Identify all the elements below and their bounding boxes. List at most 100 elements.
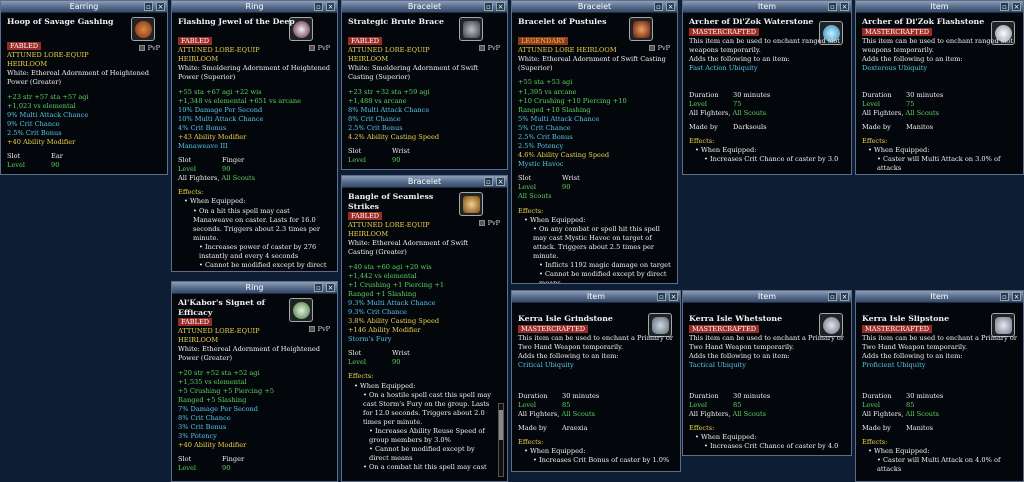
pin-icon[interactable]: ▫ — [484, 177, 493, 186]
item-flags: ATTUNED LORE HEIRLOOM — [518, 46, 617, 55]
close-icon[interactable]: × — [840, 2, 849, 11]
stat-line: 4% Crit Bonus — [178, 123, 227, 132]
adornment-text: White: Ethereal Adornment of Heightened … — [178, 345, 320, 363]
effects-header: Effects: — [348, 372, 374, 381]
close-icon[interactable]: × — [840, 292, 849, 301]
item-name: Al'Kabor's Signet of Efficacy — [178, 298, 266, 317]
level-label: Level — [689, 100, 708, 108]
adornment-text: White: Ethereal Adornment of Swift Casti… — [518, 55, 666, 73]
stat-line: 2.5% Crit Bonus — [7, 128, 62, 137]
window-title[interactable]: Item — [856, 1, 1023, 13]
item-description: This item can be used to enchant a Prima… — [862, 334, 1018, 352]
slot-label: Slot — [348, 349, 362, 358]
pin-icon[interactable]: ▫ — [144, 2, 153, 11]
effect-line: • On any combat or spell hit this spell … — [533, 224, 660, 260]
item-window-waterstone: Item ▫ × Archer of Di'Zok Waterstone MAS… — [682, 0, 852, 175]
pin-icon[interactable]: ▫ — [654, 2, 663, 11]
bonus-name: Fast Action Ubiquity — [689, 64, 758, 73]
close-icon[interactable]: × — [666, 2, 675, 11]
effect-line: • Cannot be modified except by direct me… — [199, 261, 327, 271]
pin-icon[interactable]: ▫ — [828, 292, 837, 301]
level-label: Level — [348, 358, 367, 367]
effect-line: • When Equipped: — [868, 146, 930, 155]
scrollbar[interactable] — [498, 403, 504, 477]
window-title[interactable]: Item — [683, 291, 851, 303]
pin-icon[interactable]: ▫ — [1000, 292, 1009, 301]
effects-header: Effects: — [862, 438, 888, 447]
made-by-label: Made by — [862, 424, 891, 433]
close-icon[interactable]: × — [496, 2, 505, 11]
level-value: 85 — [562, 401, 571, 409]
stat-line: 3% Potency — [178, 432, 217, 441]
stat-line: +55 sta +53 agi — [518, 78, 573, 87]
window-title[interactable]: Earring — [1, 1, 167, 13]
item-name: Archer of Di'Zok Waterstone — [689, 17, 814, 26]
level-value: 90 — [562, 183, 571, 192]
pin-icon[interactable]: ▫ — [484, 2, 493, 11]
window-title[interactable]: Bracelet — [342, 1, 507, 13]
item-name: Strategic Brute Brace — [348, 17, 444, 26]
made-by-value: Araexia — [562, 424, 588, 433]
effect-line: • When Equipped: — [524, 215, 586, 224]
close-icon[interactable]: × — [156, 2, 165, 11]
item-window-brute-brace: Bracelet ▫ × PvP Strategic Brute Brace F… — [341, 0, 508, 170]
stat-line: 5% Crit Chance — [518, 123, 571, 132]
close-icon[interactable]: × — [496, 177, 505, 186]
window-title[interactable]: Bracelet — [342, 176, 507, 188]
duration-value: 30 minutes — [733, 392, 771, 400]
close-icon[interactable]: × — [1012, 292, 1021, 301]
stat-line: +43 Ability Modifier — [178, 133, 247, 142]
level-label: Level — [689, 401, 708, 409]
level-label: Level — [518, 183, 537, 192]
item-name: Hoop of Savage Gashing — [7, 17, 114, 26]
pin-icon[interactable]: ▫ — [657, 292, 666, 301]
stat-line: 5% Multi Attack Chance — [518, 114, 600, 123]
close-icon[interactable]: × — [326, 2, 335, 11]
item-name: Kerra Isle Grindstone — [518, 314, 613, 323]
duration-label: Duration — [689, 392, 719, 400]
made-by-label: Made by — [689, 123, 718, 132]
window-title[interactable]: Item — [856, 291, 1023, 303]
item-flags-2: HEIRLOOM — [348, 230, 389, 239]
stat-line: 2.5% Potency — [518, 142, 564, 151]
stat-line: +146 Ability Modifier — [348, 326, 421, 335]
made-by-value: Darksouls — [733, 123, 767, 132]
stat-line: +23 str +32 sta +59 agi — [348, 87, 430, 96]
adornment-text: White: Ethereal Adornment of Swift Casti… — [348, 239, 469, 257]
stat-line: +40 Ability Modifier — [178, 441, 247, 450]
window-title[interactable]: Bracelet — [512, 1, 677, 13]
item-name: Archer of Di'Zok Flashstone — [862, 17, 985, 26]
window-title[interactable]: Item — [512, 291, 680, 303]
close-icon[interactable]: × — [1012, 2, 1021, 11]
window-title[interactable]: Item — [683, 1, 851, 13]
effect-line: • When Equipped: — [695, 146, 757, 155]
pin-icon[interactable]: ▫ — [828, 2, 837, 11]
class-list: All Fighters, All Scouts — [178, 174, 256, 183]
scrollbar-thumb[interactable] — [499, 410, 503, 440]
pin-icon[interactable]: ▫ — [314, 283, 323, 292]
adds-label: Adds the following to an item: — [862, 352, 963, 361]
proc-name: Mystic Havoc — [518, 160, 564, 169]
stat-line: +5 Crushing +5 Piercing +5 — [178, 386, 275, 395]
level-value: 90 — [222, 165, 231, 174]
close-icon[interactable]: × — [669, 292, 678, 301]
tier-badge: MASTERCRAFTED — [689, 325, 760, 334]
item-flags-2: HEIRLOOM — [348, 55, 389, 64]
class-list: All Scouts — [518, 192, 552, 201]
level-label: Level — [178, 165, 197, 174]
duration-value: 30 minutes — [562, 392, 600, 400]
close-icon[interactable]: × — [326, 283, 335, 292]
window-title[interactable]: Ring — [172, 282, 337, 294]
level-label: Level — [178, 464, 197, 473]
stat-line: +1,488 vs arcane — [348, 96, 407, 105]
stat-line: 8% Crit Chance — [348, 114, 401, 123]
pin-icon[interactable]: ▫ — [314, 2, 323, 11]
stat-line: 10% Multi Attack Chance — [178, 114, 264, 123]
stat-line: 9.3% Crit Chance — [348, 308, 407, 317]
item-flags-2: HEIRLOOM — [178, 336, 219, 345]
adornment-text: White: Smoldering Adornment of Heightene… — [178, 64, 330, 82]
window-title[interactable]: Ring — [172, 1, 337, 13]
made-by-value: Manitos — [906, 123, 934, 132]
effect-line: • When Equipped: — [184, 197, 246, 206]
pin-icon[interactable]: ▫ — [1000, 2, 1009, 11]
